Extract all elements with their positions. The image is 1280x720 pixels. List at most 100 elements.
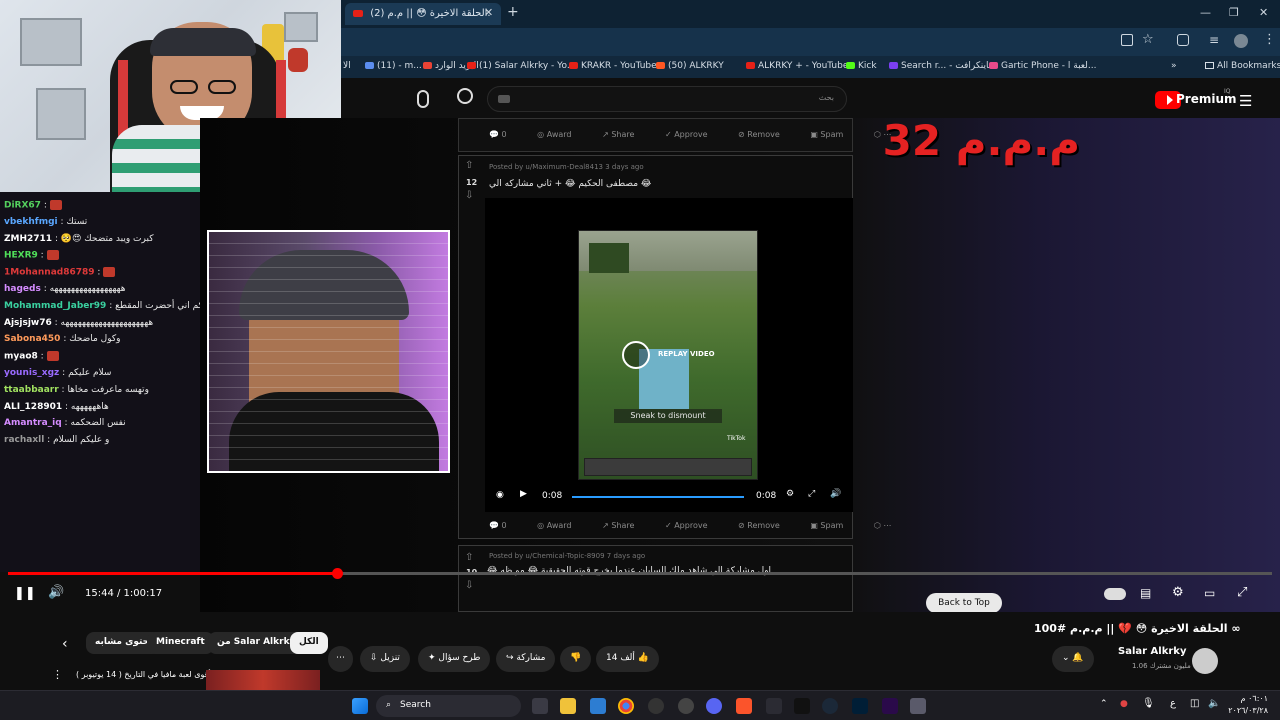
approve-button[interactable]: ✓ Approve bbox=[665, 130, 722, 139]
tray-app-icon[interactable]: ● bbox=[1120, 699, 1128, 709]
language-indicator[interactable]: ع bbox=[1170, 698, 1176, 709]
more-bookmarks-icon[interactable]: » bbox=[1171, 61, 1177, 71]
chat-username[interactable]: Ajsjsjw76 bbox=[4, 318, 52, 328]
fullscreen-icon[interactable]: ⤢ bbox=[1237, 585, 1247, 600]
chat-username[interactable]: Amantra_iq bbox=[4, 418, 62, 428]
ask-button[interactable]: ✦ طرح سؤال bbox=[418, 646, 491, 672]
suggested-thumbnail[interactable] bbox=[206, 670, 320, 690]
network-icon[interactable]: ◫ bbox=[1190, 698, 1199, 709]
dislike-button[interactable]: 👎 bbox=[560, 646, 592, 672]
mic-tray-icon[interactable]: 🎙 bbox=[1142, 698, 1155, 709]
chat-username[interactable]: younis_xgz bbox=[4, 368, 59, 378]
chat-username[interactable]: vbekhfmgi bbox=[4, 217, 58, 227]
chrome-icon[interactable] bbox=[618, 698, 634, 714]
reddit-icon[interactable]: ◉ bbox=[496, 490, 504, 500]
play-icon[interactable]: ▶ bbox=[520, 489, 527, 499]
award-button[interactable]: ◎ Award bbox=[537, 521, 585, 530]
chat-username[interactable]: 1Mohannad86789 bbox=[4, 268, 95, 278]
close-window-button[interactable]: ✕ bbox=[1259, 6, 1268, 19]
post-title[interactable]: مصطفى الحكيم 😂 + ثاني مشاركه الي 😂 bbox=[489, 179, 651, 189]
steam-icon[interactable] bbox=[822, 698, 838, 714]
mod-icon[interactable]: ⬡ ⋯ bbox=[874, 521, 892, 530]
clip-progress-bar[interactable] bbox=[572, 496, 744, 498]
star-icon[interactable]: ☆ bbox=[1142, 32, 1154, 47]
chat-username[interactable]: HEXR9 bbox=[4, 251, 38, 261]
all-bookmarks[interactable]: All Bookmarks bbox=[1205, 61, 1280, 71]
store-icon[interactable] bbox=[590, 698, 606, 714]
file-explorer-icon[interactable] bbox=[560, 698, 576, 714]
task-view-icon[interactable] bbox=[532, 698, 548, 714]
reading-list-icon[interactable]: ≡ bbox=[1209, 33, 1219, 47]
upvote-icon[interactable]: ⇧ bbox=[465, 552, 473, 563]
app-icon[interactable] bbox=[910, 698, 926, 714]
settings-icon[interactable]: ⚙ bbox=[1172, 585, 1184, 600]
bookmark-item[interactable]: KRAKR - YouTube bbox=[569, 61, 657, 71]
clock-time[interactable]: ٠٦:٠١ م bbox=[1226, 694, 1268, 703]
more-actions-button[interactable]: ⋯ bbox=[328, 646, 353, 672]
more-vert-icon[interactable]: ⋮ bbox=[52, 668, 63, 681]
replay-icon[interactable] bbox=[622, 341, 650, 369]
bookmark-item[interactable]: Search r... - ماينكرافت bbox=[889, 61, 994, 71]
remove-button[interactable]: ⊘ Remove bbox=[738, 130, 794, 139]
channel-avatar[interactable] bbox=[1192, 648, 1218, 674]
chat-username[interactable]: Sabona450 bbox=[4, 334, 60, 344]
bookmark-item[interactable]: (1) Salar Alkrky - Yo... bbox=[467, 61, 575, 71]
browser-tab-active[interactable]: (2) الحلقة الاخيرة 😳 || م.م. bbox=[345, 3, 501, 25]
tray-chevron-icon[interactable]: ⌃ bbox=[1100, 699, 1108, 709]
hamburger-menu-icon[interactable]: ☰ bbox=[1239, 92, 1252, 110]
comments-button[interactable]: 💬 0 bbox=[489, 521, 521, 530]
extensions-icon[interactable] bbox=[1177, 34, 1189, 46]
profile-avatar[interactable] bbox=[1234, 34, 1248, 48]
upvote-icon[interactable]: ⇧ bbox=[465, 160, 473, 171]
windows-start-icon[interactable] bbox=[352, 698, 368, 714]
capcut-icon[interactable] bbox=[794, 698, 810, 714]
settings-icon[interactable]: ⚙ bbox=[786, 489, 794, 499]
close-tab-icon[interactable]: ✕ bbox=[484, 6, 493, 19]
downvote-icon[interactable]: ⇩ bbox=[465, 190, 473, 201]
app-icon[interactable] bbox=[766, 698, 782, 714]
app-icon[interactable] bbox=[648, 698, 664, 714]
spam-button[interactable]: ▣ Spam bbox=[810, 521, 857, 530]
chip-minecraft[interactable]: Minecraft bbox=[147, 632, 214, 654]
chat-username[interactable]: DiRX67 bbox=[4, 201, 41, 211]
award-button[interactable]: ◎ Award bbox=[537, 130, 585, 139]
maximize-button[interactable]: ❐ bbox=[1229, 6, 1239, 19]
taskbar-search[interactable]: Search bbox=[376, 695, 521, 717]
fullscreen-icon[interactable]: ⤢ bbox=[808, 489, 815, 499]
chat-username[interactable]: ZMH2711 bbox=[4, 234, 52, 244]
channel-name[interactable]: Salar Alkrky bbox=[1118, 646, 1186, 657]
volume-icon[interactable]: 🔊 bbox=[48, 585, 64, 600]
photoshop-icon[interactable] bbox=[852, 698, 868, 714]
chat-username[interactable]: hageds bbox=[4, 284, 41, 294]
cast-icon[interactable] bbox=[1121, 34, 1133, 46]
autoplay-toggle[interactable] bbox=[1104, 588, 1126, 600]
mic-icon[interactable] bbox=[417, 90, 429, 108]
discord-icon[interactable] bbox=[706, 698, 722, 714]
keyboard-icon[interactable] bbox=[498, 95, 510, 103]
chat-username[interactable]: Mohammad_Jaber99 bbox=[4, 301, 106, 311]
chat-username[interactable]: rachaxll bbox=[4, 435, 44, 445]
chip-all[interactable]: الكل bbox=[290, 632, 328, 654]
share-button[interactable]: ↪ مشاركة bbox=[496, 646, 556, 672]
approve-button[interactable]: ✓ Approve bbox=[665, 521, 722, 530]
comments-button[interactable]: 💬 0 bbox=[489, 130, 521, 139]
search-input[interactable]: بحث bbox=[487, 86, 847, 112]
bookmark-item[interactable]: الا bbox=[343, 61, 351, 71]
chat-username[interactable]: myao8 bbox=[4, 352, 38, 362]
volume-tray-icon[interactable]: 🔈 bbox=[1208, 698, 1220, 709]
download-button[interactable]: ⇩ تنزيل bbox=[360, 646, 410, 672]
pause-icon[interactable]: ❚❚ bbox=[14, 586, 36, 601]
new-tab-button[interactable]: + bbox=[507, 4, 519, 20]
remove-button[interactable]: ⊘ Remove bbox=[738, 521, 794, 530]
chat-username[interactable]: ALI_128901 bbox=[4, 402, 62, 412]
subscribe-notify-button[interactable]: ⌄ 🔔 bbox=[1052, 646, 1094, 672]
bookmark-item[interactable]: ALKRKY + - YouTube bbox=[746, 61, 848, 71]
share-button[interactable]: ↗ Share bbox=[602, 130, 648, 139]
menu-icon[interactable]: ⋮ bbox=[1263, 32, 1276, 47]
spam-button[interactable]: ▣ Spam bbox=[810, 130, 857, 139]
premiere-icon[interactable] bbox=[882, 698, 898, 714]
bookmark-item[interactable]: (11) - m... bbox=[365, 61, 422, 71]
replay-label[interactable]: REPLAY VIDEO bbox=[658, 350, 715, 358]
chips-prev-icon[interactable]: ‹ bbox=[62, 636, 68, 652]
suggested-video-title[interactable]: أقوى لعبة مافيا في التاريخ ( 14 يوتيوبر … bbox=[76, 670, 211, 679]
